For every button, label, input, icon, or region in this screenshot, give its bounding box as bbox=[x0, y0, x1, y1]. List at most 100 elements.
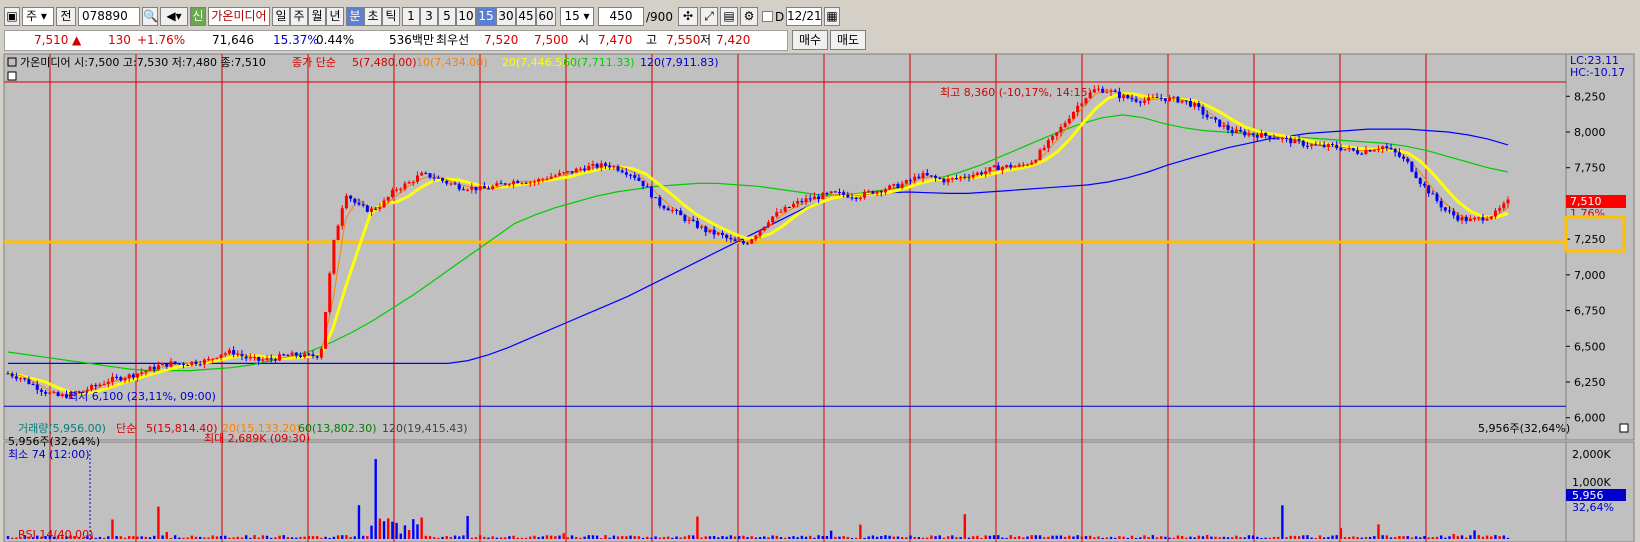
candle bbox=[528, 182, 532, 184]
calendar-icon[interactable]: ▦ bbox=[824, 7, 840, 26]
volume-bar bbox=[278, 535, 281, 539]
volume-bar bbox=[629, 535, 632, 539]
tab-minute[interactable]: 분 bbox=[346, 7, 364, 26]
candle bbox=[532, 181, 536, 183]
stock-code-input[interactable]: 078890 bbox=[78, 7, 140, 26]
volume-bar bbox=[94, 537, 97, 539]
period-3[interactable]: 3 bbox=[420, 7, 438, 26]
volume-bar bbox=[712, 535, 716, 539]
period-15[interactable]: 15 bbox=[476, 7, 496, 26]
save-icon[interactable]: ▤ bbox=[720, 7, 738, 26]
count-input[interactable]: 450 bbox=[598, 7, 644, 26]
candle bbox=[35, 384, 39, 390]
candle bbox=[616, 166, 620, 171]
search-icon[interactable]: 🔍 bbox=[142, 7, 158, 26]
candle bbox=[929, 175, 933, 177]
draw-tool-icon[interactable]: ⤢ bbox=[700, 7, 718, 26]
speaker-icon[interactable]: ◀▾ bbox=[160, 7, 188, 26]
volume-bar bbox=[382, 521, 386, 539]
period-10[interactable]: 10 bbox=[456, 7, 476, 26]
volume-bar bbox=[959, 537, 962, 539]
candle bbox=[503, 183, 507, 185]
volume-bar bbox=[1331, 535, 1334, 539]
volume-bar bbox=[453, 535, 457, 539]
candle bbox=[1502, 203, 1506, 209]
price-pane bbox=[3, 53, 1567, 441]
stock-name[interactable]: 가온미디어 bbox=[208, 7, 270, 26]
candle bbox=[988, 167, 992, 172]
volume-bar bbox=[1423, 536, 1426, 539]
candle bbox=[1126, 95, 1130, 99]
volume-bar bbox=[495, 537, 499, 539]
tab-day[interactable]: 일 bbox=[272, 7, 290, 26]
volume-bar bbox=[600, 537, 603, 539]
crosshair-icon[interactable]: ✣ bbox=[678, 7, 698, 26]
volume-bar bbox=[265, 535, 269, 539]
candle bbox=[1431, 193, 1435, 195]
candle bbox=[156, 365, 160, 370]
tab-year[interactable]: 년 bbox=[326, 7, 344, 26]
candle bbox=[909, 180, 913, 182]
candle bbox=[1021, 164, 1025, 166]
period-select-value: 15 bbox=[564, 9, 580, 23]
volume-bar bbox=[621, 536, 624, 539]
tab-month[interactable]: 월 bbox=[308, 7, 326, 26]
candle bbox=[1214, 117, 1218, 120]
period-30[interactable]: 30 bbox=[496, 7, 516, 26]
period-1[interactable]: 1 bbox=[402, 7, 420, 26]
tab-tick[interactable]: 틱 bbox=[382, 7, 400, 26]
volume-bar bbox=[658, 537, 662, 539]
candle bbox=[1209, 117, 1213, 119]
candle bbox=[603, 163, 607, 166]
volume-bar bbox=[432, 537, 436, 539]
period-5[interactable]: 5 bbox=[438, 7, 456, 26]
volume-bar bbox=[516, 537, 519, 539]
candle bbox=[520, 182, 524, 184]
candle bbox=[1000, 167, 1004, 171]
candle bbox=[1101, 88, 1105, 93]
volume-bar bbox=[148, 537, 152, 539]
candle bbox=[1481, 217, 1485, 221]
date-input[interactable]: 12/21 bbox=[786, 7, 822, 26]
candle bbox=[152, 366, 156, 370]
period-45[interactable]: 45 bbox=[516, 7, 536, 26]
candle bbox=[783, 206, 787, 212]
volume-bar bbox=[211, 535, 214, 539]
volume-bar bbox=[1485, 535, 1489, 539]
candle bbox=[261, 359, 265, 361]
date-checkbox[interactable] bbox=[762, 11, 773, 22]
volume-bar bbox=[575, 536, 578, 539]
volume-bar bbox=[570, 535, 574, 539]
volume-bar bbox=[1005, 537, 1008, 539]
period-select[interactable]: 15 ▾ bbox=[560, 7, 594, 26]
window-menu-icon[interactable]: ▣ bbox=[4, 7, 20, 26]
settings-gear-icon[interactable]: ⚙ bbox=[740, 7, 758, 26]
candle bbox=[1414, 171, 1418, 178]
stock-chart[interactable]: 8,2508,0007,7507,5007,2507,0006,7506,500… bbox=[0, 52, 1640, 542]
market-select[interactable]: 주 ▾ bbox=[22, 7, 54, 26]
tab-week[interactable]: 주 bbox=[290, 7, 308, 26]
volume-bar bbox=[608, 537, 611, 539]
candle bbox=[115, 376, 119, 378]
volume-bar bbox=[854, 537, 858, 539]
candle bbox=[194, 361, 198, 365]
candle bbox=[445, 180, 449, 184]
tab-second[interactable]: 초 bbox=[364, 7, 382, 26]
volume-bar bbox=[708, 536, 712, 539]
period-60[interactable]: 60 bbox=[536, 7, 556, 26]
candle bbox=[553, 175, 557, 177]
candle bbox=[537, 179, 541, 182]
volume-bar bbox=[1272, 536, 1276, 539]
volume-bar bbox=[1185, 537, 1188, 539]
candle bbox=[1356, 150, 1360, 154]
buy-button[interactable]: 매수 bbox=[792, 30, 828, 50]
candle bbox=[925, 172, 929, 176]
volume-bar bbox=[888, 535, 891, 539]
pane-option-icon[interactable] bbox=[7, 71, 17, 81]
candle bbox=[984, 171, 988, 175]
volume-bar bbox=[244, 535, 248, 539]
volume-pane-close-icon[interactable] bbox=[1619, 423, 1629, 433]
sell-button[interactable]: 매도 bbox=[830, 30, 866, 50]
volume-bar bbox=[817, 535, 820, 539]
prev-button[interactable]: 전 bbox=[56, 7, 76, 26]
